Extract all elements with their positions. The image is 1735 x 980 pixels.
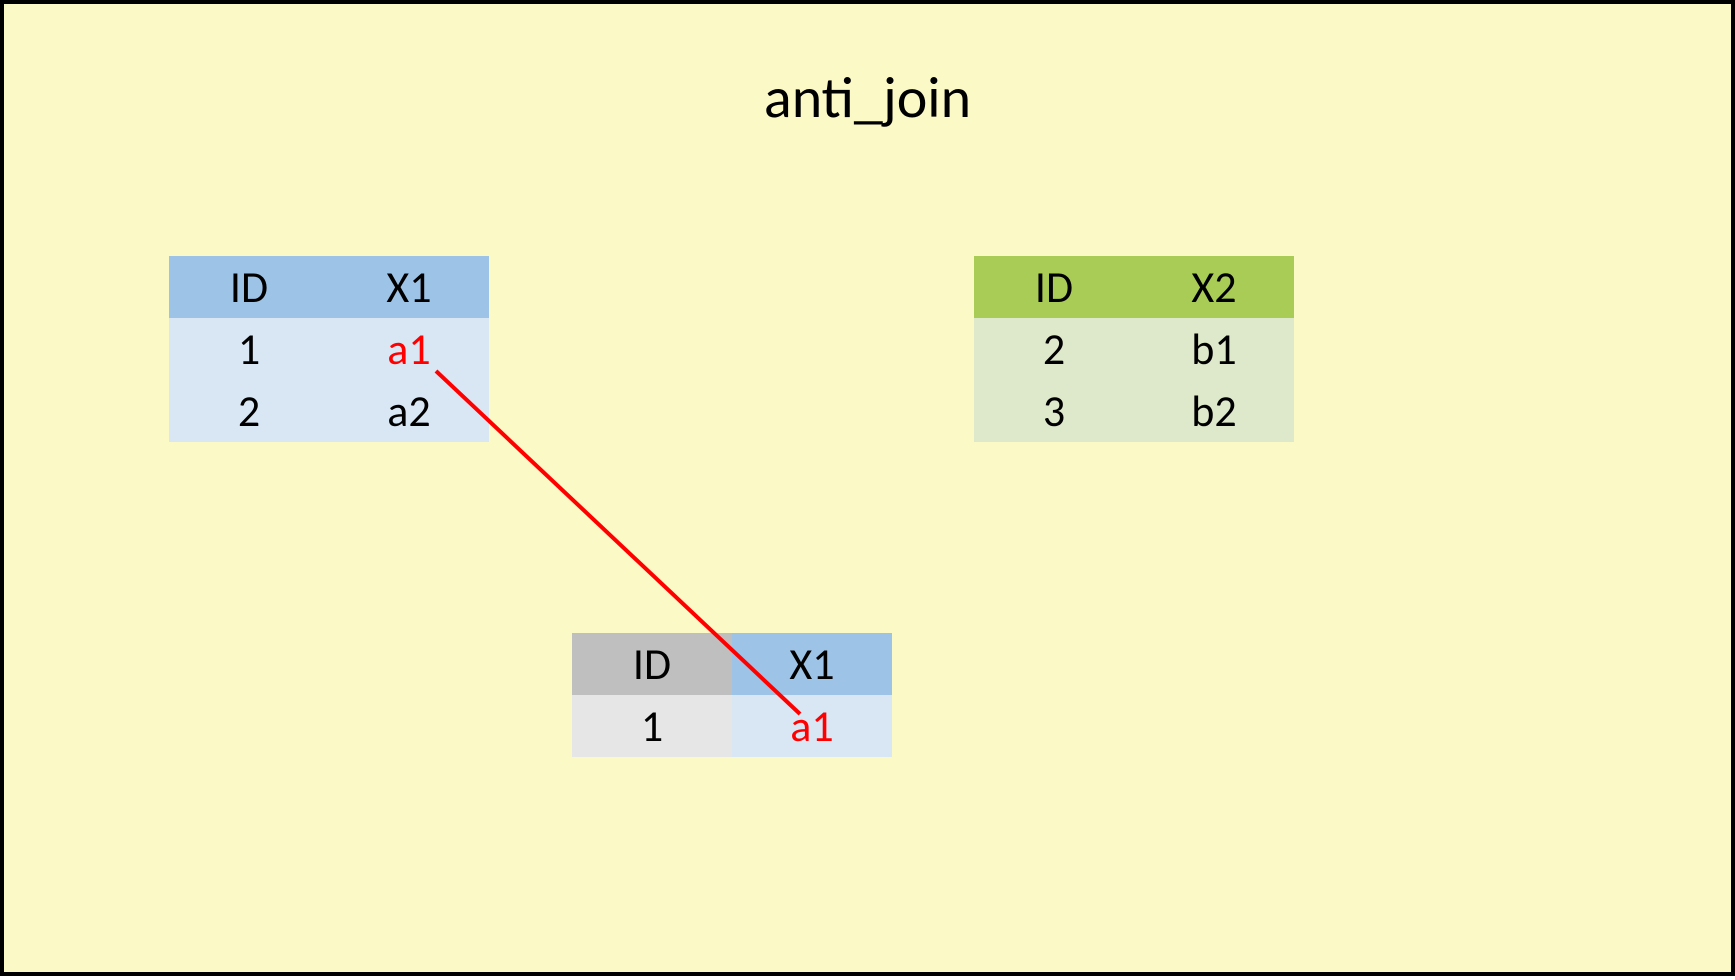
result-table-header-id: ID: [572, 633, 732, 695]
right-table: ID X2 2 b1 3 b2: [974, 256, 1294, 442]
right-table-header-x2: X2: [1134, 256, 1294, 318]
right-table-cell-x2: b1: [1134, 318, 1294, 380]
diagram-title: anti_join: [4, 62, 1731, 133]
right-table-cell-id: 3: [974, 380, 1134, 442]
left-table: ID X1 1 a1 2 a2: [169, 256, 489, 442]
left-table-header-id: ID: [169, 256, 329, 318]
result-table: ID X1 1 a1: [572, 633, 892, 757]
connector-line: [4, 4, 1735, 980]
right-table-header-id: ID: [974, 256, 1134, 318]
table-row: 1 a1: [572, 695, 892, 757]
left-table-cell-x1: a2: [329, 380, 489, 442]
diagram-canvas: anti_join ID X1 1 a1 2 a2 ID X2 2 b1 3 b…: [0, 0, 1735, 976]
table-row: 1 a1: [169, 318, 489, 380]
left-table-cell-x1: a1: [329, 318, 489, 380]
left-table-cell-id: 1: [169, 318, 329, 380]
result-table-header-x1: X1: [732, 633, 892, 695]
table-row: 2 b1: [974, 318, 1294, 380]
left-table-header-x1: X1: [329, 256, 489, 318]
table-row: 2 a2: [169, 380, 489, 442]
result-table-cell-x1: a1: [732, 695, 892, 757]
right-table-cell-x2: b2: [1134, 380, 1294, 442]
result-table-cell-id: 1: [572, 695, 732, 757]
table-row: 3 b2: [974, 380, 1294, 442]
right-table-cell-id: 2: [974, 318, 1134, 380]
left-table-cell-id: 2: [169, 380, 329, 442]
